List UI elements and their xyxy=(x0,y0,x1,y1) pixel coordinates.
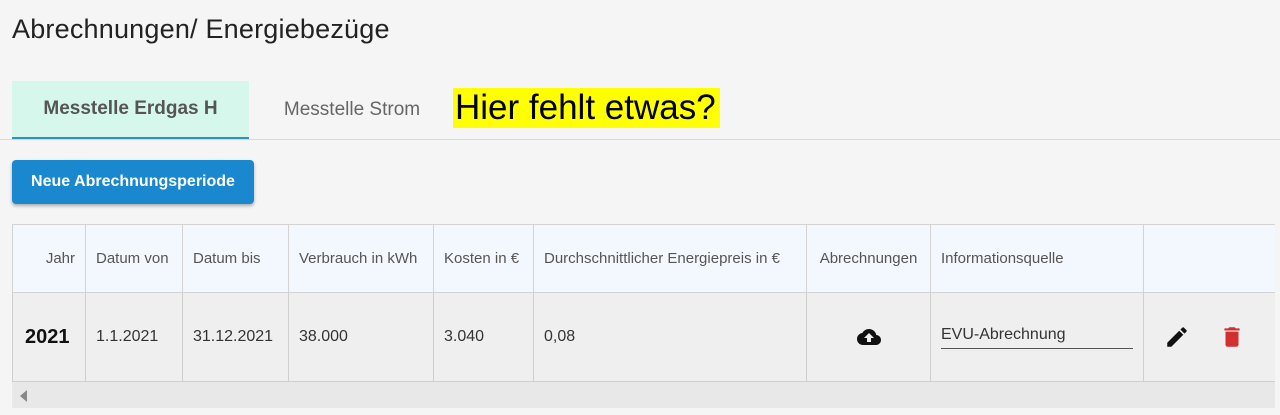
cell-invoice-upload xyxy=(806,292,931,382)
column-header-datum-bis: Datum bis xyxy=(182,224,289,293)
billing-table: Jahr Datum von Datum bis Verbrauch in kW… xyxy=(12,224,1275,382)
new-billing-period-button[interactable]: Neue Abrechnungsperiode xyxy=(12,160,254,204)
tab-messtelle-strom[interactable]: Messtelle Strom xyxy=(262,81,442,138)
column-header-jahr: Jahr xyxy=(12,224,86,293)
scroll-left-arrow-icon[interactable] xyxy=(20,390,27,402)
pencil-icon[interactable] xyxy=(1164,324,1190,350)
trash-icon[interactable] xyxy=(1219,324,1245,350)
table-row: 2021 1.1.2021 31.12.2021 38.000 3.040 0,… xyxy=(12,292,1275,382)
column-header-datum-von: Datum von xyxy=(85,224,183,293)
table-header-row: Jahr Datum von Datum bis Verbrauch in kW… xyxy=(12,224,1275,293)
page-title: Abrechnungen/ Energiebezüge xyxy=(12,14,390,44)
column-header-abrechnungen: Abrechnungen xyxy=(806,224,931,293)
column-header-informationsquelle: Informationsquelle xyxy=(930,224,1144,293)
cell-year: 2021 xyxy=(12,292,86,382)
annotation-note: Hier fehlt etwas? xyxy=(453,88,720,128)
cloud-upload-icon[interactable] xyxy=(854,325,884,349)
information-source-field[interactable]: EVU-Abrechnung xyxy=(941,326,1133,349)
cell-cost: 3.040 xyxy=(433,292,534,382)
cell-row-actions xyxy=(1143,292,1275,382)
billing-table-container: Jahr Datum von Datum bis Verbrauch in kW… xyxy=(12,224,1275,408)
cell-information-source: EVU-Abrechnung xyxy=(930,292,1144,382)
column-header-energiepreis: Durchschnittlicher Energiepreis in € xyxy=(533,224,807,293)
column-header-verbrauch: Verbrauch in kWh xyxy=(288,224,434,293)
cell-average-price: 0,08 xyxy=(533,292,807,382)
cell-date-to: 31.12.2021 xyxy=(182,292,289,382)
column-header-kosten: Kosten in € xyxy=(433,224,534,293)
horizontal-scrollbar[interactable] xyxy=(12,382,1275,408)
cell-date-from: 1.1.2021 xyxy=(85,292,183,382)
cell-consumption: 38.000 xyxy=(288,292,434,382)
column-header-actions xyxy=(1143,224,1275,293)
tab-messtelle-erdgas[interactable]: Messtelle Erdgas H xyxy=(12,81,249,139)
